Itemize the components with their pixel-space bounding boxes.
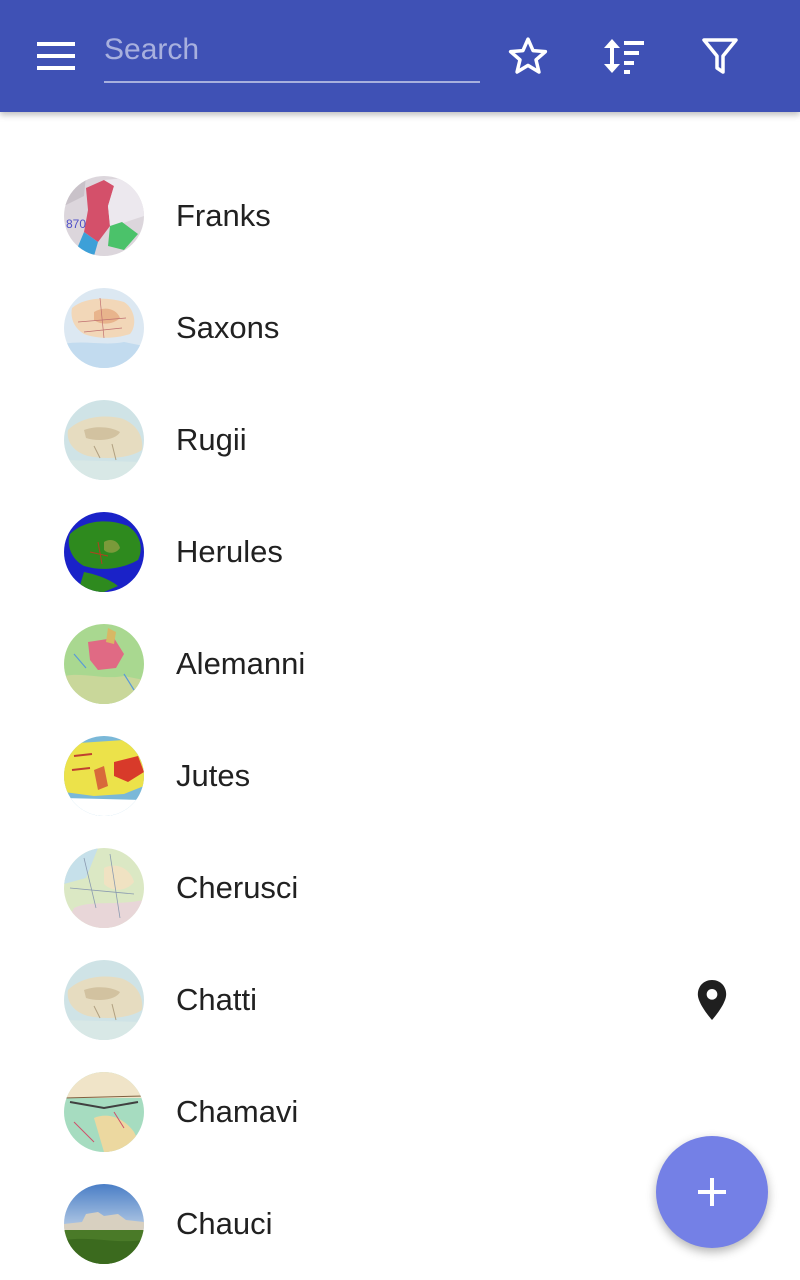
tribe-list: 870 Franks Saxons Rugii Herules Alemanni… <box>0 160 800 1280</box>
alemanni-map-thumbnail <box>64 624 144 704</box>
plus-icon <box>698 1178 726 1206</box>
add-button[interactable] <box>656 1136 768 1248</box>
list-item-rugii[interactable]: Rugii <box>0 384 800 496</box>
cherusci-map-thumbnail <box>64 848 144 928</box>
saxons-map-thumbnail <box>64 288 144 368</box>
item-label: Franks <box>176 198 271 233</box>
item-label: Alemanni <box>176 646 306 681</box>
item-label: Herules <box>176 534 283 569</box>
search-field[interactable] <box>104 26 480 83</box>
list-item-franks[interactable]: 870 Franks <box>0 160 800 272</box>
list-item-alemanni[interactable]: Alemanni <box>0 608 800 720</box>
chamavi-map-thumbnail <box>64 1072 144 1152</box>
franks-year-label: 870 <box>66 217 86 231</box>
location-pin-icon[interactable] <box>692 978 732 1022</box>
item-label: Saxons <box>176 310 280 345</box>
item-label: Chauci <box>176 1206 273 1241</box>
franks-map-thumbnail: 870 <box>64 176 144 256</box>
jutes-map-thumbnail <box>64 736 144 816</box>
list-item-jutes[interactable]: Jutes <box>0 720 800 832</box>
item-label: Chatti <box>176 982 257 1017</box>
sort-icon[interactable] <box>596 30 652 82</box>
herules-map-thumbnail <box>64 512 144 592</box>
item-label: Rugii <box>176 422 247 457</box>
chatti-map-thumbnail <box>64 960 144 1040</box>
star-icon[interactable] <box>500 30 556 82</box>
list-item-herules[interactable]: Herules <box>0 496 800 608</box>
list-item-cherusci[interactable]: Cherusci <box>0 832 800 944</box>
app-bar <box>0 0 800 112</box>
menu-icon[interactable] <box>30 34 82 78</box>
chauci-landscape-thumbnail <box>64 1184 144 1264</box>
list-item-saxons[interactable]: Saxons <box>0 272 800 384</box>
search-input[interactable] <box>104 26 480 81</box>
list-item-chatti[interactable]: Chatti <box>0 944 800 1056</box>
filter-icon[interactable] <box>692 30 748 82</box>
item-label: Cherusci <box>176 870 299 905</box>
item-label: Chamavi <box>176 1094 299 1129</box>
rugii-map-thumbnail <box>64 400 144 480</box>
item-label: Jutes <box>176 758 251 793</box>
